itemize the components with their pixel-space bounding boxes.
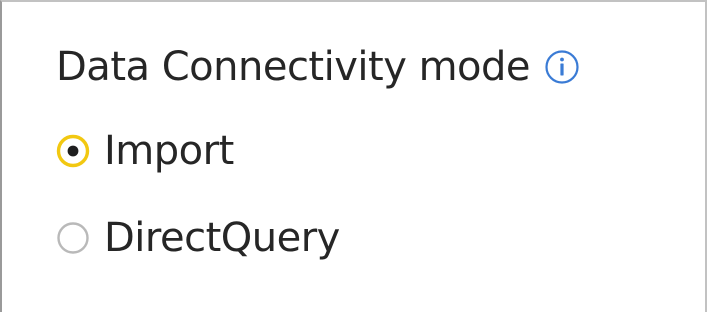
radio-unselected-icon[interactable] [56, 221, 90, 255]
radio-option-directquery[interactable]: DirectQuery [56, 210, 340, 266]
radio-selected-icon[interactable] [56, 134, 90, 168]
section-title: Data Connectivity mode [56, 44, 531, 90]
radio-option-import[interactable]: Import [56, 123, 234, 179]
info-icon[interactable] [544, 49, 580, 85]
connectivity-mode-panel: Data Connectivity mode Import DirectQuer… [0, 0, 707, 312]
radio-label-import: Import [104, 128, 234, 174]
radio-label-directquery: DirectQuery [104, 215, 340, 261]
section-heading: Data Connectivity mode [56, 40, 580, 94]
